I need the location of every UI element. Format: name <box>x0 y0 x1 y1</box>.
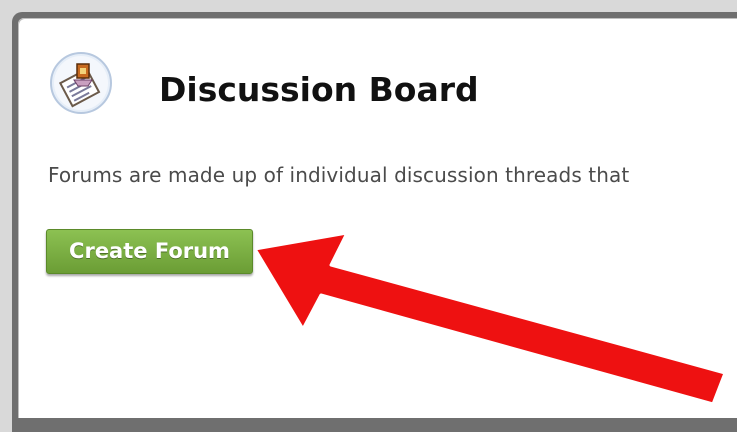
page-description: Forums are made up of individual discuss… <box>48 163 630 187</box>
create-forum-button[interactable]: Create Forum <box>46 229 253 274</box>
discussion-board-icon <box>48 50 114 116</box>
annotation-arrow <box>255 231 727 404</box>
page-title: Discussion Board <box>159 70 479 109</box>
